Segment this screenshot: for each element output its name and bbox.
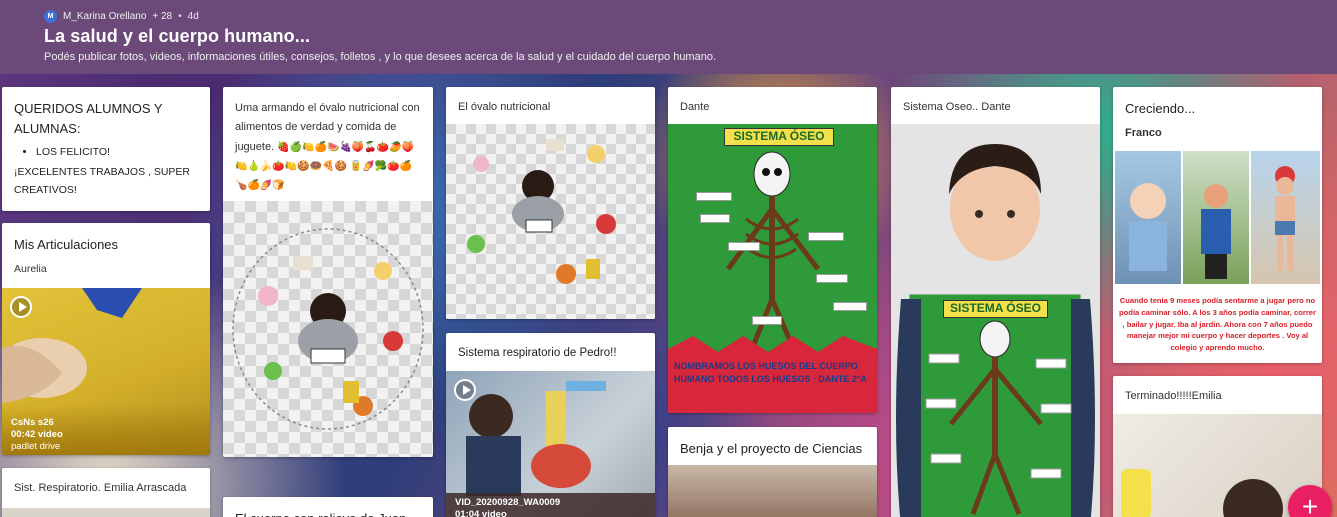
- bone-label: [752, 316, 782, 325]
- post-title: Benja y el proyecto de Ciencias: [680, 441, 863, 456]
- poster-heading: SISTEMA ÓSEO: [943, 300, 1048, 318]
- post-image[interactable]: [668, 465, 877, 517]
- video-duration: 01:04 video: [455, 508, 507, 517]
- post-title: QUERIDOS ALUMNOS Y ALUMNAS:: [14, 101, 163, 136]
- page-title: La salud y el cuerpo humano...: [44, 26, 311, 46]
- post-title: El óvalo nutricional: [458, 101, 551, 113]
- post-image[interactable]: SISTEMA ÓSEO: [891, 124, 1100, 517]
- poster-footer: NOMBRAMOS LOS HUESOS DEL CUERPO HUMANO T…: [674, 361, 867, 384]
- post-title: Creciendo...: [1125, 101, 1196, 116]
- post-title: Terminado!!!!!Emilia: [1125, 390, 1222, 402]
- video-preview-art: [2, 288, 142, 403]
- post-title: Sistema Oseo.. Dante: [903, 101, 1011, 113]
- post-title: Sistema respiratorio de Pedro!!: [458, 347, 617, 359]
- post-age: 4d: [187, 10, 199, 22]
- video-duration: 00:42 video: [11, 428, 63, 440]
- post-subtitle: Franco: [1125, 126, 1162, 139]
- video-thumbnail[interactable]: CsNs s26 00:42 video padlet drive: [2, 288, 210, 455]
- post-card-articulaciones[interactable]: Mis Articulaciones Aurelia CsNs s26 00:4…: [2, 223, 210, 455]
- video-source: padlet drive: [11, 440, 61, 452]
- image-art: [1129, 183, 1167, 271]
- play-icon[interactable]: [10, 296, 32, 318]
- image-art: [1201, 184, 1231, 279]
- post-title: Dante: [680, 101, 710, 113]
- collage-photo-baby: [1115, 151, 1181, 284]
- post-image[interactable]: Cuando tenía 9 meses podía sentarme a ju…: [1113, 151, 1322, 363]
- post-card-creciendo[interactable]: Creciendo... Franco Cuando tenía 9 meses…: [1113, 87, 1322, 363]
- post-card-sistema-oseo-dante[interactable]: Sistema Oseo.. Dante SISTEMA ÓSEO: [891, 87, 1100, 517]
- author-name[interactable]: M_Karina Orellano: [63, 11, 146, 22]
- author-avatar[interactable]: M: [44, 9, 57, 23]
- bone-label: [808, 232, 844, 241]
- post-card-ovalo[interactable]: El óvalo nutricional: [446, 87, 655, 319]
- post-image[interactable]: [2, 508, 210, 517]
- image-art: [232, 228, 424, 430]
- post-card-relieve-juan[interactable]: El cuerpo con relieve de Juan: [223, 497, 433, 517]
- author-meta: M M_Karina Orellano + 28 • 4d: [44, 8, 1293, 24]
- separator: •: [178, 10, 182, 22]
- video-thumbnail[interactable]: VID_20200928_WA0009 01:04 video: [446, 371, 655, 517]
- post-title: El cuerpo con relieve de Juan: [223, 497, 433, 517]
- image-art: [467, 139, 616, 284]
- image-art: [1275, 166, 1295, 271]
- bone-label: [696, 192, 732, 201]
- post-subtitle: Aurelia: [14, 262, 47, 275]
- post-title: Sist. Respiratorio. Emilia Arrascada: [14, 482, 187, 494]
- post-card-dante[interactable]: Dante SISTEMA ÓSEO NOMBRAMOS LOS HUESOS …: [668, 87, 877, 413]
- video-name: CsNs s26: [11, 417, 54, 428]
- collage-text: Cuando tenía 9 meses podía sentarme a ju…: [1119, 296, 1316, 353]
- post-image[interactable]: [446, 124, 655, 319]
- post-body: LOS FELICITO! ¡EXCELENTES TRABAJOS , SUP…: [2, 144, 210, 200]
- bone-label: [728, 242, 760, 251]
- bone-label: [816, 274, 848, 283]
- video-name: VID_20200928_WA0009: [455, 497, 561, 508]
- collage-photo-boy: [1251, 151, 1320, 284]
- post-bullet: LOS FELICITO!: [36, 144, 198, 162]
- play-icon[interactable]: [454, 379, 476, 401]
- padlet-header: M M_Karina Orellano + 28 • 4d La salud y…: [0, 0, 1337, 74]
- post-image[interactable]: SISTEMA ÓSEO NOMBRAMOS LOS HUESOS DEL CU…: [668, 124, 877, 413]
- collage-photo-toddler: [1183, 151, 1249, 284]
- post-card-respiratorio-pedro[interactable]: Sistema respiratorio de Pedro!! VID_2020…: [446, 333, 655, 517]
- post-card-respiratorio-emilia[interactable]: Sist. Respiratorio. Emilia Arrascada: [2, 468, 210, 517]
- add-post-button[interactable]: +: [1288, 485, 1332, 517]
- bone-label: [700, 214, 730, 223]
- post-image[interactable]: [223, 201, 433, 457]
- page-description: Podés publicar fotos, videos, informacio…: [44, 51, 717, 63]
- post-card-benja[interactable]: Benja y el proyecto de Ciencias: [668, 427, 877, 517]
- video-caption: CsNs s26 00:42 video padlet drive: [2, 405, 210, 455]
- post-title: Mis Articulaciones: [14, 237, 119, 252]
- post-card-felicito[interactable]: QUERIDOS ALUMNOS Y ALUMNAS: LOS FELICITO…: [2, 87, 210, 211]
- bone-label: [833, 302, 867, 311]
- post-card-ovalo-uma[interactable]: Uma armando el óvalo nutricional con ali…: [223, 87, 433, 457]
- post-title: Uma armando el óvalo nutricional con ali…: [223, 87, 433, 203]
- image-art: [896, 144, 1095, 517]
- post-text: ¡EXCELENTES TRABAJOS , SUPER CREATIVOS!: [14, 165, 191, 196]
- likes-count: + 28: [152, 10, 173, 22]
- video-caption: VID_20200928_WA0009 01:04 video: [446, 493, 655, 517]
